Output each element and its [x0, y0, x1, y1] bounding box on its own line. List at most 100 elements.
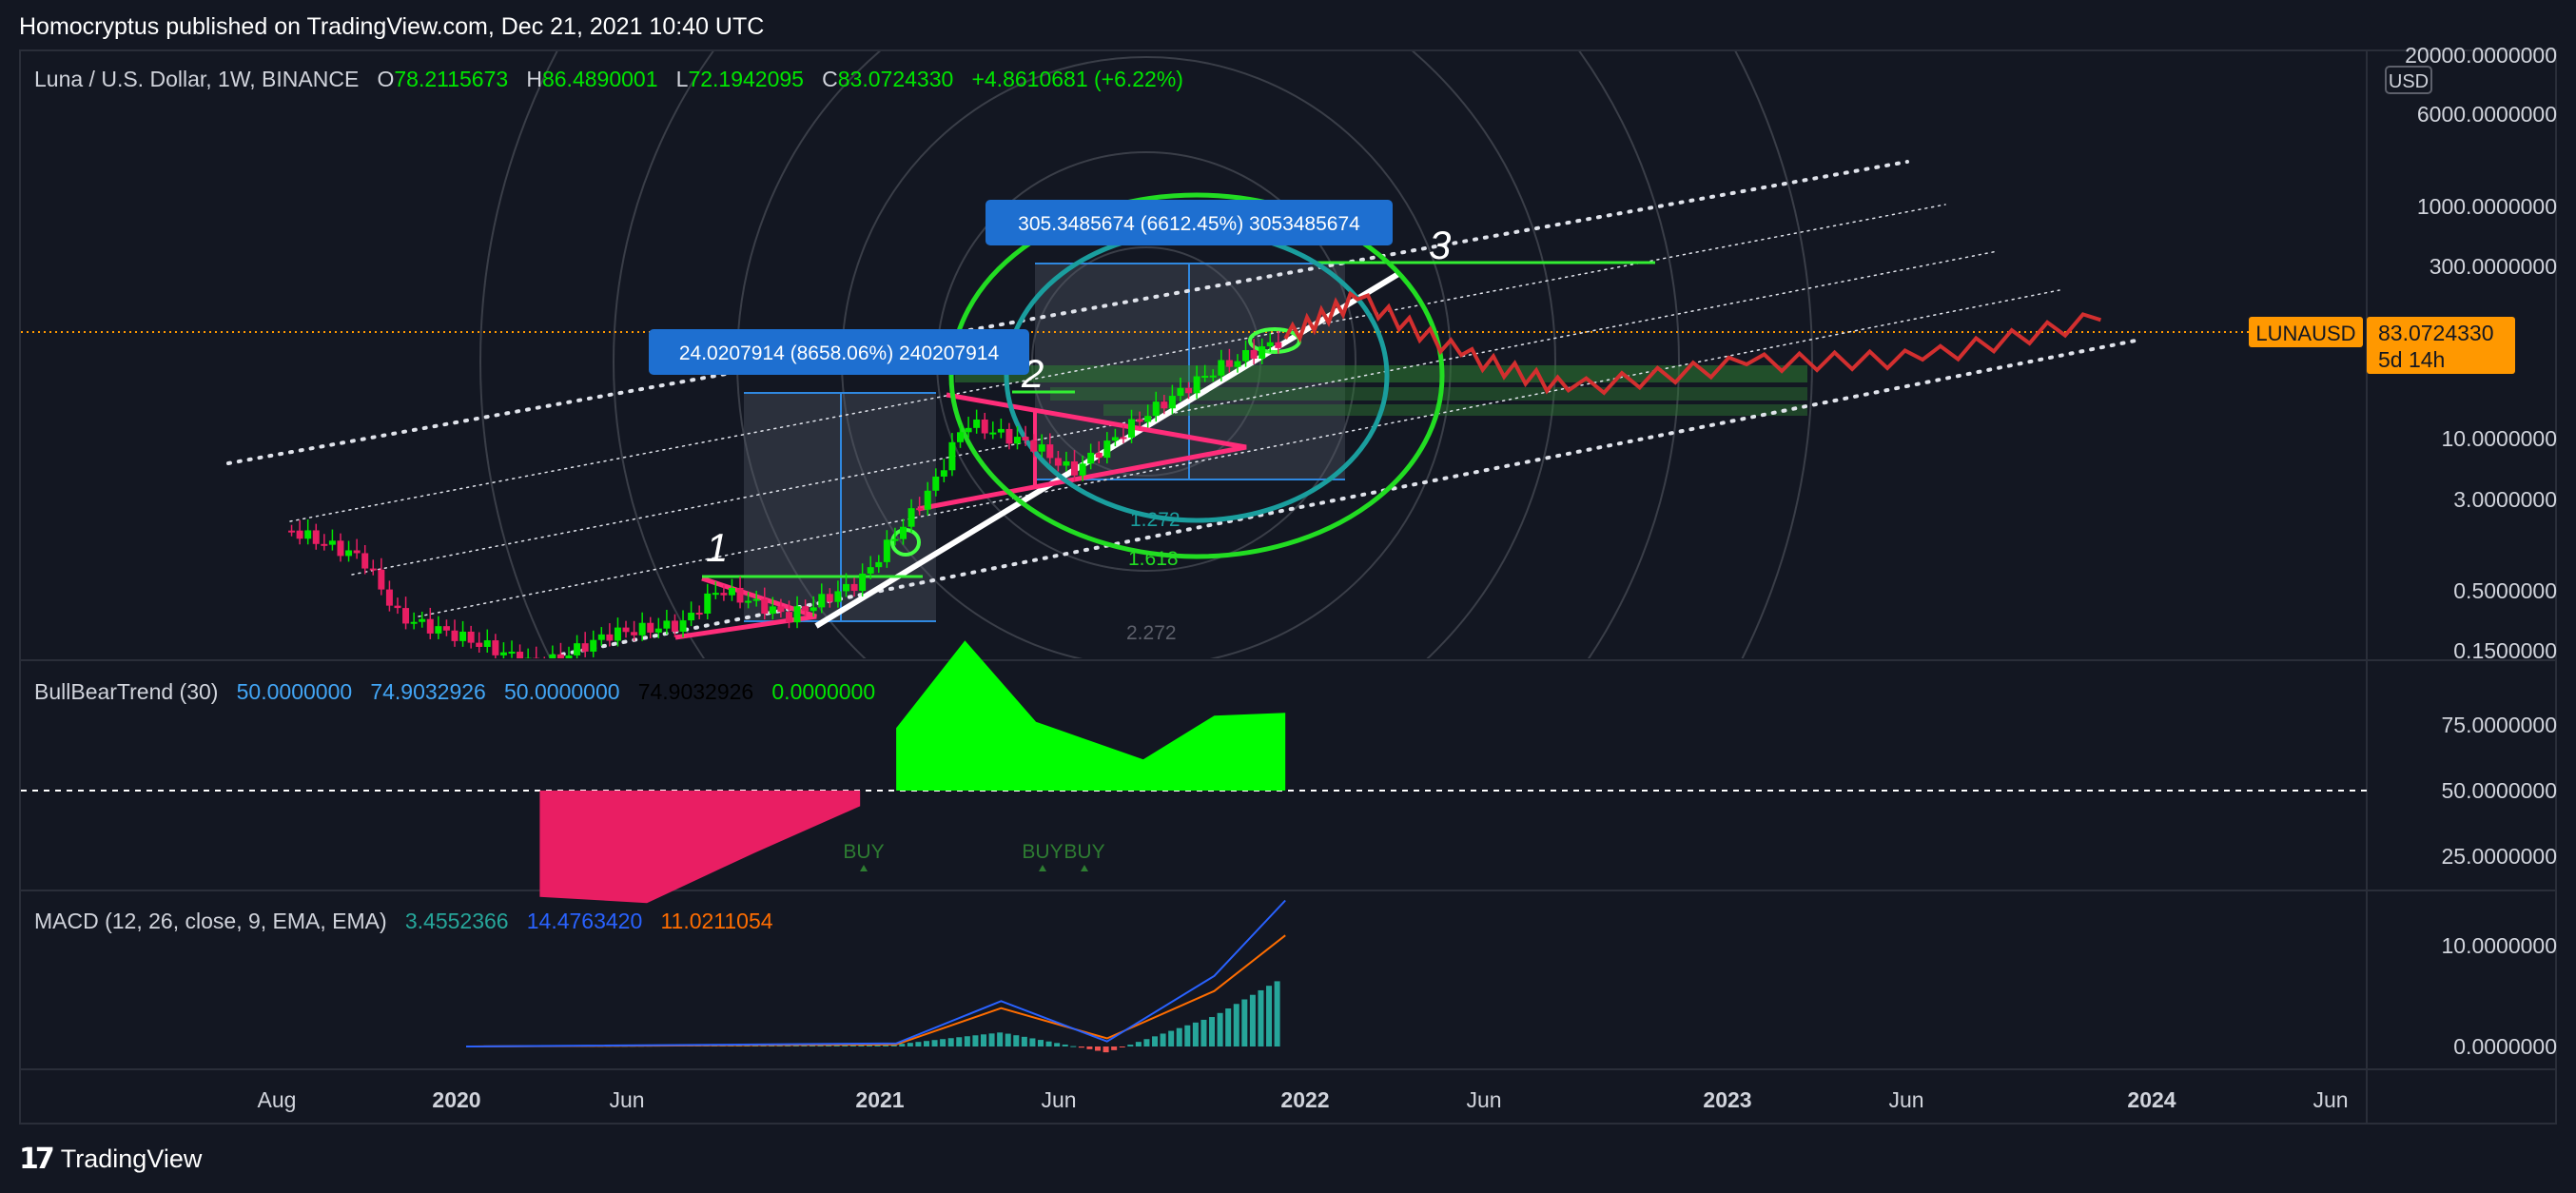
- candle: [378, 569, 385, 590]
- time-axis-label: Jun: [1041, 1087, 1076, 1112]
- macd-bar: [956, 1037, 963, 1046]
- macd-bar: [1233, 1004, 1239, 1046]
- candle: [932, 476, 940, 491]
- time-axis-label: Jun: [1888, 1087, 1923, 1112]
- candle: [533, 657, 540, 658]
- symbol-legend[interactable]: Luna / U.S. Dollar, 1W, BINANCE O78.2115…: [34, 67, 1183, 92]
- macd-bar: [931, 1040, 938, 1046]
- candle: [826, 594, 833, 602]
- candle: [597, 634, 605, 640]
- candle: [312, 530, 320, 544]
- chart-canvas[interactable]: 1.272 1.618 2.272 1 2 3 305.3485674 (661…: [0, 0, 2576, 1193]
- macd-bar: [1217, 1012, 1223, 1046]
- candle: [1087, 452, 1095, 464]
- macd-bar: [1127, 1045, 1134, 1046]
- candle: [818, 594, 826, 608]
- tradingview-logo[interactable]: 17 TradingView: [19, 1142, 202, 1176]
- candle: [1193, 376, 1200, 394]
- price-axis-label: 10.0000000: [2441, 426, 2557, 451]
- price-axis[interactable]: 20000.0000000 USD 6000.0000000 1000.0000…: [2249, 43, 2557, 663]
- candle: [459, 631, 467, 641]
- close-value: 83.0724330: [837, 67, 954, 91]
- candle: [1275, 342, 1282, 348]
- candle: [883, 539, 890, 562]
- macd-bar: [940, 1039, 946, 1046]
- candle: [508, 652, 516, 655]
- candle: [574, 643, 581, 655]
- macd-axis-label: 0.0000000: [2453, 1034, 2557, 1059]
- open-value: 78.2115673: [394, 67, 509, 91]
- macd-bar: [1152, 1036, 1159, 1046]
- price-axis-label: 6000.0000000: [2417, 102, 2557, 127]
- time-axis-label: 2022: [1280, 1087, 1329, 1112]
- bear-area[interactable]: [539, 791, 861, 904]
- buy-arrow: [1039, 865, 1046, 871]
- bullbear-value: 0.0000000: [771, 679, 876, 704]
- macd-value: 14.4763420: [526, 909, 643, 933]
- candle: [345, 550, 353, 557]
- candle: [304, 530, 312, 539]
- candle: [614, 627, 621, 641]
- bull-area[interactable]: [896, 640, 1286, 791]
- candle: [810, 607, 817, 612]
- macd-bar: [1038, 1040, 1044, 1046]
- macd-bar: [1192, 1022, 1199, 1046]
- candle: [957, 432, 965, 442]
- candle: [997, 428, 1005, 433]
- signal-line[interactable]: [469, 934, 1286, 1047]
- candle: [1168, 396, 1176, 409]
- candle: [907, 508, 915, 527]
- macd-axis-label: 10.0000000: [2441, 933, 2557, 958]
- candle: [353, 550, 361, 554]
- macd-bar: [1225, 1008, 1232, 1046]
- time-axis-label: 2023: [1703, 1087, 1751, 1112]
- candle: [419, 618, 426, 622]
- bullbear-value: 74.9032926: [637, 679, 754, 704]
- macd-bar: [1200, 1019, 1207, 1046]
- candle: [663, 620, 671, 629]
- candle: [973, 420, 981, 428]
- time-axis-label: 2021: [855, 1087, 904, 1112]
- macd-legend[interactable]: MACD (12, 26, close, 9, EMA, EMA) 3.4552…: [34, 909, 773, 934]
- candle: [476, 642, 483, 647]
- high-value: 86.4890001: [541, 67, 658, 91]
- macd-bar: [1070, 1046, 1077, 1047]
- candle: [720, 593, 728, 596]
- candle: [704, 593, 712, 614]
- candle: [435, 626, 442, 634]
- bullbear-legend[interactable]: BullBearTrend (30) 50.0000000 74.9032926…: [34, 679, 875, 705]
- candle: [793, 606, 801, 623]
- buy-signal: BUY: [1064, 841, 1104, 863]
- candle: [1128, 419, 1136, 438]
- fib-label: 1.272: [1130, 509, 1181, 531]
- price-axis-label: 300.0000000: [2430, 254, 2557, 279]
- candle: [337, 540, 344, 557]
- candle: [981, 420, 988, 434]
- time-axis-label: Jun: [2313, 1087, 2348, 1112]
- candle: [1136, 419, 1143, 422]
- candle: [385, 589, 393, 606]
- candle: [467, 631, 475, 643]
- signal-value: 11.0211054: [660, 909, 773, 933]
- macd-bar: [980, 1034, 986, 1046]
- candle: [940, 470, 947, 477]
- macd-bar: [988, 1033, 995, 1046]
- ticker-tag-text: LUNAUSD: [2255, 322, 2355, 345]
- macd-bar: [947, 1038, 954, 1046]
- fib-label: 1.618: [1128, 548, 1179, 570]
- low-label: L: [675, 67, 689, 91]
- candle: [989, 432, 997, 435]
- macd-bar: [997, 1032, 1004, 1046]
- candle: [402, 608, 410, 624]
- macd-bar: [907, 1043, 913, 1046]
- candle: [688, 613, 695, 621]
- candle: [1250, 350, 1258, 360]
- candle: [1022, 437, 1029, 440]
- candle: [638, 622, 646, 636]
- macd-histogram[interactable]: [573, 981, 1280, 1053]
- time-axis[interactable]: Aug 2020 Jun 2021 Jun 2022 Jun 2023 Jun …: [258, 1087, 2349, 1112]
- price-axis-label: 0.1500000: [2453, 638, 2557, 663]
- macd-bar: [1168, 1030, 1175, 1046]
- bullbear-value: 74.9032926: [370, 679, 486, 704]
- bullbear-axis-label: 75.0000000: [2441, 713, 2557, 737]
